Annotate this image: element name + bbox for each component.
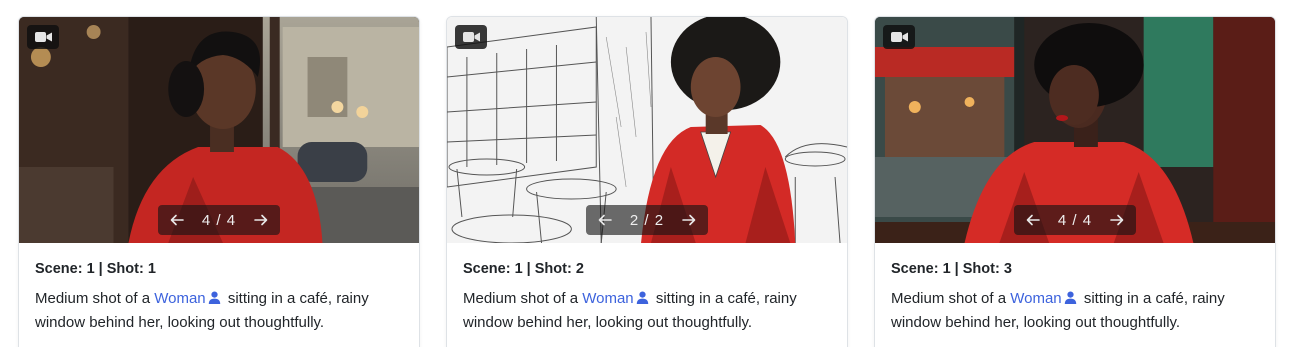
image-pager: 4 / 4: [158, 205, 280, 235]
arrow-right-icon[interactable]: [680, 213, 698, 227]
shot-title: Scene: 1 | Shot: 2: [463, 261, 584, 277]
pager-count: 4 / 4: [201, 211, 237, 229]
person-icon: [1064, 291, 1076, 304]
shot-title: Scene: 1 | Shot: 1: [35, 261, 156, 277]
description-prefix: Medium shot of a: [891, 290, 1011, 307]
video-camera-icon: [455, 25, 487, 49]
shot-description: Medium shot of a Woman sitting in a café…: [35, 287, 403, 335]
arrow-right-icon[interactable]: [1108, 213, 1126, 227]
person-icon: [636, 291, 648, 304]
shot-image[interactable]: 4 / 4: [19, 17, 419, 243]
image-pager: 2 / 2: [586, 205, 708, 235]
shot-card[interactable]: 4 / 4 Scene: 1 | Shot: 3 Medium shot of …: [874, 16, 1276, 347]
shot-image[interactable]: 4 / 4: [875, 17, 1275, 243]
shot-card[interactable]: 4 / 4 Scene: 1 | Shot: 1 Medium shot of …: [18, 16, 420, 347]
arrow-left-icon[interactable]: [596, 213, 614, 227]
shot-description: Medium shot of a Woman sitting in a café…: [891, 287, 1259, 335]
arrow-left-icon[interactable]: [168, 213, 186, 227]
person-icon: [208, 291, 220, 304]
arrow-left-icon[interactable]: [1024, 213, 1042, 227]
video-camera-icon: [27, 25, 59, 49]
shot-image[interactable]: 2 / 2: [447, 17, 847, 243]
video-camera-icon: [883, 25, 915, 49]
description-prefix: Medium shot of a: [463, 290, 583, 307]
character-link[interactable]: Woman: [582, 290, 633, 307]
pager-count: 4 / 4: [1057, 211, 1093, 229]
image-pager: 4 / 4: [1014, 205, 1136, 235]
arrow-right-icon[interactable]: [252, 213, 270, 227]
shot-title: Scene: 1 | Shot: 3: [891, 261, 1012, 277]
character-link[interactable]: Woman: [154, 290, 205, 307]
pager-count: 2 / 2: [629, 211, 665, 229]
character-link[interactable]: Woman: [1010, 290, 1061, 307]
description-prefix: Medium shot of a: [35, 290, 155, 307]
shot-card[interactable]: 2 / 2 Scene: 1 | Shot: 2 Medium shot of …: [446, 16, 848, 347]
shot-description: Medium shot of a Woman sitting in a café…: [463, 287, 831, 335]
